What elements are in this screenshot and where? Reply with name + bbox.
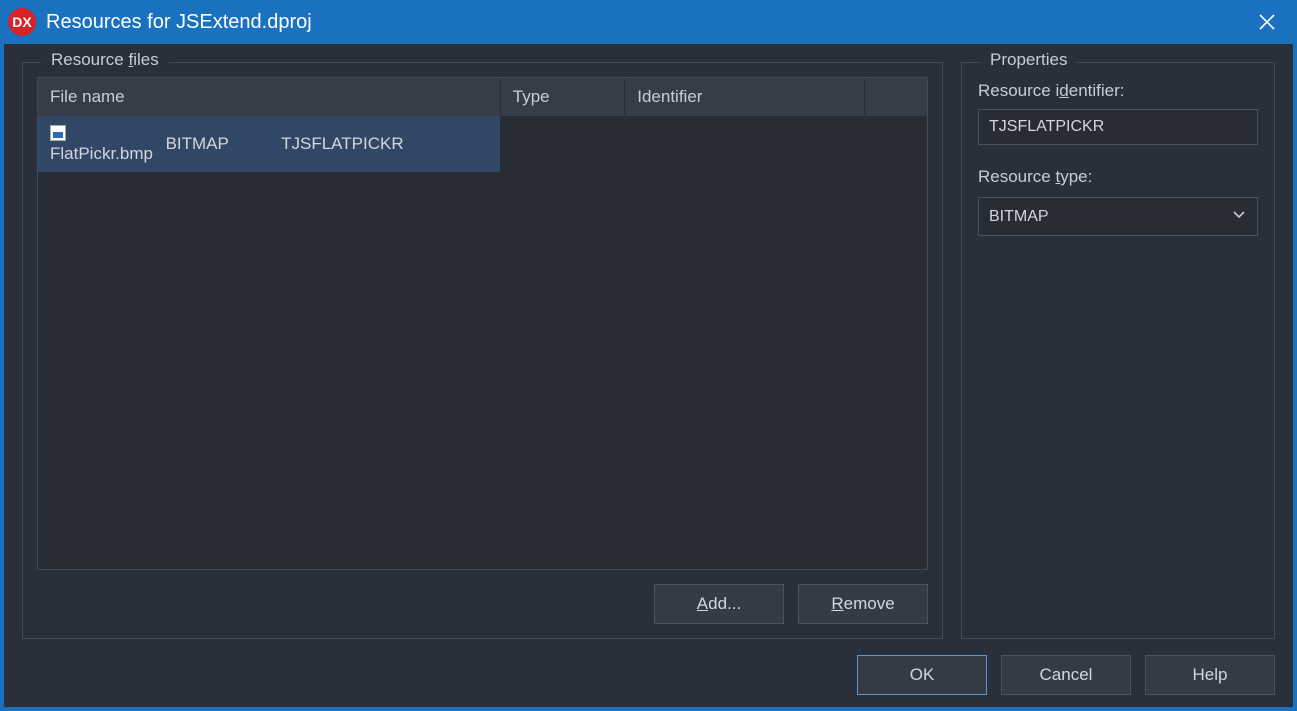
bitmap-file-icon [50,125,66,141]
cell-filename: FlatPickr.bmp [38,116,154,172]
resource-files-table[interactable]: File name Type Identifier [37,77,928,570]
window-title: Resources for JSExtend.dproj [46,11,1245,34]
table-row[interactable]: FlatPickr.bmp BITMAP TJSFLATPICKR [38,116,500,172]
titlebar: DX Resources for JSExtend.dproj [0,0,1297,44]
dialog-buttons: OK Cancel Help [22,639,1275,695]
col-header-identifier[interactable]: Identifier [625,78,865,116]
cell-type: BITMAP [154,116,270,172]
app-logo-icon: DX [8,8,36,36]
cell-identifier: TJSFLATPICKR [269,116,385,172]
resource-files-buttons: Add... Remove [37,584,928,624]
resource-type-select[interactable]: BITMAP [978,197,1258,236]
resource-files-legend: Resource files [41,50,169,70]
close-icon [1259,14,1275,30]
resource-files-group: Resource files File name Type [22,62,943,639]
resource-identifier-input[interactable] [978,109,1258,145]
col-header-filename[interactable]: File name [38,78,500,116]
col-header-type[interactable]: Type [500,78,624,116]
properties-legend: Properties [980,50,1077,70]
remove-button[interactable]: Remove [798,584,928,624]
resources-dialog: DX Resources for JSExtend.dproj Resource… [0,0,1297,711]
resource-identifier-label: Resource identifier: [978,81,1258,101]
ok-button[interactable]: OK [857,655,987,695]
resource-type-value: BITMAP [989,208,1049,226]
col-header-spacer [865,78,927,116]
resource-type-label: Resource type: [978,167,1258,187]
cancel-button[interactable]: Cancel [1001,655,1131,695]
client-area: Resource files File name Type [4,44,1293,707]
properties-group: Properties Resource identifier: Resource… [961,62,1275,639]
add-button[interactable]: Add... [654,584,784,624]
upper-panels: Resource files File name Type [22,62,1275,639]
table-header-row: File name Type Identifier [38,78,927,116]
help-button[interactable]: Help [1145,655,1275,695]
chevron-down-icon [1231,206,1247,227]
close-button[interactable] [1245,0,1289,44]
